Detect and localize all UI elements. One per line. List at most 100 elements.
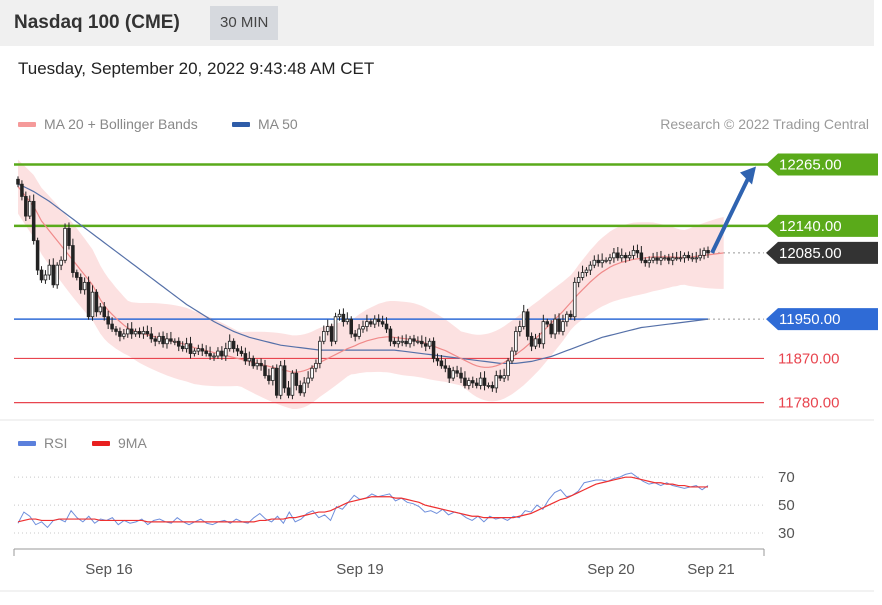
candle-body [235, 348, 240, 352]
candle-body [322, 331, 326, 342]
candle-body [333, 316, 338, 342]
candle-body [71, 245, 75, 273]
candle-body [314, 362, 318, 369]
candle-body [227, 340, 232, 350]
candle-body [149, 333, 154, 340]
candle-body [78, 277, 83, 291]
candle-body [153, 338, 157, 342]
candle-body [478, 377, 483, 386]
candle-body [224, 348, 228, 357]
candle-body [208, 353, 212, 357]
level-label-resistance-1: 12140.00 [779, 218, 842, 235]
candle-body [451, 370, 455, 379]
candle-body [200, 348, 205, 352]
candle-body [353, 333, 357, 337]
candle-body [396, 340, 401, 345]
candle-body [706, 250, 710, 254]
candle-body [55, 264, 59, 286]
level-label-pivot-3: 11950.00 [779, 311, 840, 328]
candle-body [612, 252, 616, 259]
candle-body [267, 375, 271, 381]
candle-body [188, 343, 193, 354]
candle-body [345, 318, 350, 323]
candle-body [24, 196, 28, 217]
candle-body [192, 350, 197, 354]
candle-body [310, 367, 314, 379]
candle-body [110, 323, 114, 330]
candle-body [329, 326, 334, 342]
candle-body [98, 306, 103, 313]
candle-body [702, 250, 706, 256]
candle-body [392, 340, 397, 345]
candle-body [341, 313, 346, 323]
candle-body [282, 365, 287, 389]
candle-body [667, 257, 671, 261]
candle-body [380, 321, 385, 325]
candle-body [274, 367, 279, 396]
candle-body [561, 321, 565, 332]
time-tick-label: Sep 21 [687, 561, 735, 578]
candle-body [420, 340, 424, 345]
candle-body [659, 257, 663, 261]
level-label-support-5: 11780.00 [778, 395, 839, 412]
candle-body [502, 375, 506, 379]
candle-body [306, 377, 310, 384]
price-chart: 12265.00 12140.00 12085.00 11950.00 11870.00… [0, 153, 878, 592]
candle-body [337, 313, 342, 318]
candle-body [674, 257, 679, 260]
candle-body [184, 343, 189, 350]
candle-body [506, 360, 510, 377]
candle-body [106, 316, 110, 325]
candle-body [59, 259, 63, 266]
rsi-panel: 70 50 30 [14, 469, 795, 542]
candle-body [694, 257, 699, 260]
candle-body [369, 321, 373, 325]
candle-body [651, 257, 655, 261]
candle-body [75, 272, 79, 278]
candle-body [126, 328, 130, 335]
candle-body [216, 350, 220, 357]
candle-body [565, 313, 569, 323]
candle-body [584, 269, 589, 273]
candle-body [494, 375, 499, 389]
candle-body [180, 345, 185, 350]
time-tick-label: Sep 16 [85, 561, 133, 578]
candle-body [631, 250, 636, 256]
candle-body [557, 318, 561, 332]
candle-body [412, 338, 416, 342]
candle-body [608, 257, 612, 261]
rsi-ma-line [17, 476, 708, 523]
candle-body [176, 340, 181, 347]
candle-body [580, 272, 585, 278]
candle-body [404, 340, 408, 345]
candle-body [572, 281, 577, 318]
rsi-tick-label: 70 [778, 469, 795, 486]
candle-body [145, 331, 150, 335]
candle-body [204, 350, 208, 354]
candle-body [165, 338, 169, 345]
candle-body [510, 350, 514, 362]
candle-body [471, 380, 475, 384]
candle-body [290, 372, 295, 396]
candle-body [443, 365, 448, 369]
candle-body [259, 362, 263, 367]
candle-body [90, 291, 95, 318]
candle-body [400, 340, 404, 343]
rsi-tick-label: 50 [778, 497, 795, 514]
candle-body [553, 318, 557, 335]
candle-body [43, 274, 48, 281]
candle-body [16, 178, 20, 185]
candle-body [549, 323, 553, 335]
candle-body [298, 385, 303, 394]
candle-body [243, 353, 248, 362]
candle-body [670, 257, 675, 261]
level-label-last-2: 12085.00 [779, 245, 842, 262]
candle-body [459, 372, 463, 379]
candle-body [239, 350, 244, 354]
candle-body [141, 331, 146, 335]
candle-body [20, 183, 24, 197]
target-arrow-shaft [710, 173, 752, 254]
candle-body [47, 264, 52, 276]
candle-body [169, 338, 173, 342]
candle-body [655, 257, 659, 261]
